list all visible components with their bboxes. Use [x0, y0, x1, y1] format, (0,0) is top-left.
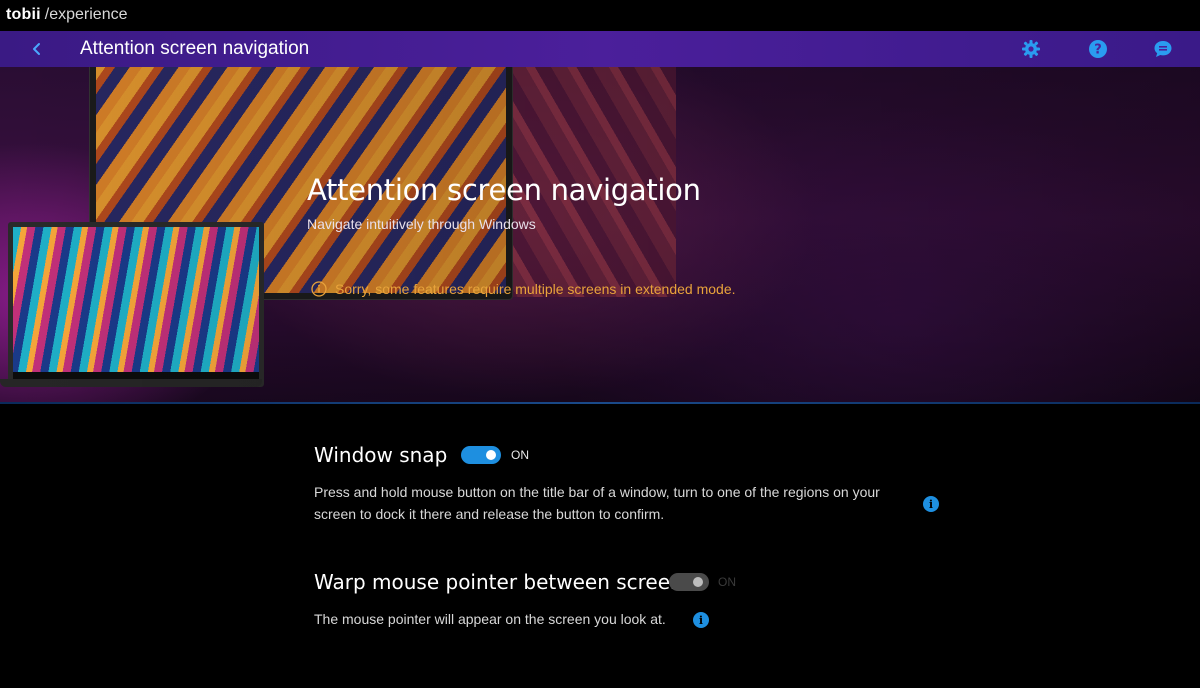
setting-warp-pointer: Warp mouse pointer between screens ON Th… [314, 568, 954, 638]
hero-subtitle: Navigate intuitively through Windows [307, 216, 536, 232]
window-snap-info-icon[interactable]: i [923, 496, 939, 512]
gear-icon [1022, 40, 1040, 58]
back-icon [33, 43, 40, 55]
help-button[interactable]: ? [1087, 38, 1109, 60]
window-snap-description: Press and hold mouse button on the title… [314, 484, 880, 522]
multi-screen-warning: Sorry, some features require multiple sc… [311, 281, 736, 297]
window-snap-title: Window snap [314, 443, 448, 467]
hero-banner: Attention screen navigation Navigate int… [0, 67, 1200, 403]
app-brand: tobii /experience [6, 6, 127, 24]
info-circle-icon [311, 281, 327, 297]
warp-pointer-title: Warp mouse pointer between screens [314, 570, 694, 594]
window-titlebar: tobii /experience [0, 0, 1200, 30]
page-header: Attention screen navigation ? [0, 31, 1200, 67]
feedback-button[interactable] [1152, 38, 1174, 60]
brand-subtitle: /experience [44, 6, 128, 23]
setting-window-snap: Window snap ON Press and hold mouse butt… [314, 441, 954, 531]
warp-pointer-state: ON [718, 575, 736, 589]
settings-button[interactable] [1020, 38, 1042, 60]
warning-text: Sorry, some features require multiple sc… [335, 281, 736, 297]
warp-pointer-toggle[interactable] [669, 573, 709, 591]
svg-text:?: ? [1094, 43, 1102, 58]
page-title: Attention screen navigation [80, 38, 310, 59]
back-button[interactable] [24, 37, 50, 61]
chat-icon [1154, 41, 1172, 57]
window-snap-state: ON [511, 448, 529, 462]
help-icon: ? [1089, 40, 1107, 58]
warp-pointer-description: The mouse pointer will appear on the scr… [314, 611, 666, 627]
warp-pointer-info-icon[interactable]: i [693, 612, 709, 628]
brand-logo: tobii [6, 6, 41, 23]
hero-divider [0, 402, 1200, 404]
hero-title: Attention screen navigation [307, 173, 701, 207]
window-snap-toggle[interactable] [461, 446, 501, 464]
